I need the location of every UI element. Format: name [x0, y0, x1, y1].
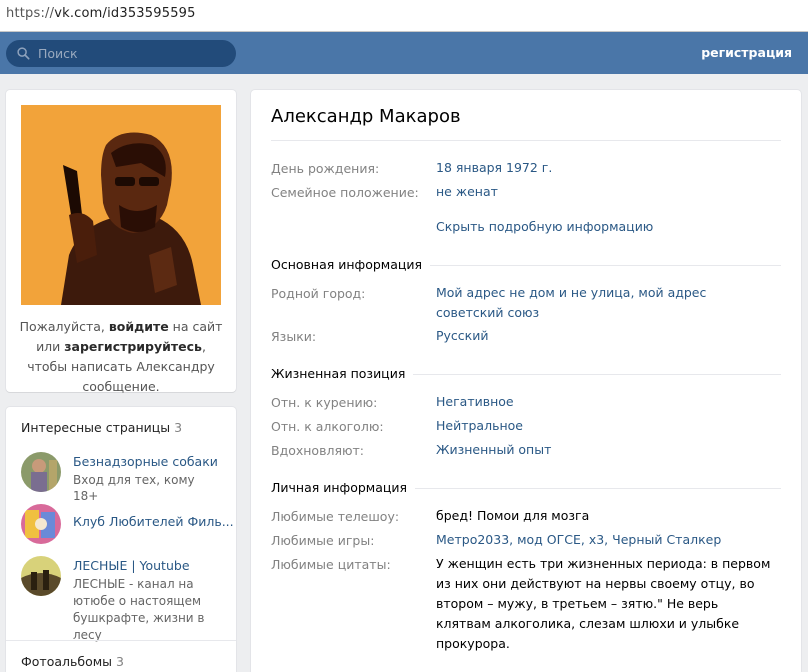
- page-desc: Вход для тех, кому 18+: [73, 473, 195, 503]
- tv-value: бред! Помои для мозга: [436, 508, 590, 523]
- smoking-value[interactable]: Негативное: [436, 392, 776, 412]
- register-link[interactable]: регистрация: [701, 45, 792, 60]
- page-avatar: [21, 452, 61, 492]
- page-desc: ЛЕСНЫЕ - канал на ютюбе о настоящем бушк…: [73, 577, 205, 642]
- family-label: Семейное положение:: [271, 185, 419, 200]
- alcohol-value[interactable]: Нейтральное: [436, 416, 776, 436]
- search-placeholder: Поиск: [38, 46, 78, 61]
- hometown-label: Родной город:: [271, 286, 366, 301]
- personal-info-section-title: Личная информация: [271, 480, 416, 495]
- register-inline-link[interactable]: зарегистрируйтесь: [64, 339, 202, 354]
- tv-label: Любимые телешоу:: [271, 509, 400, 524]
- games-label: Любимые игры:: [271, 533, 375, 548]
- url-text: https://vk.com/id353595595: [6, 6, 196, 21]
- login-link[interactable]: войдите: [109, 319, 169, 334]
- login-prompt: Пожалуйста, войдите на сайт или зарегист…: [19, 319, 223, 394]
- birthday-label: День рождения:: [271, 161, 380, 176]
- quotes-value: У женщин есть три жизненных периода: в п…: [436, 556, 771, 651]
- albums-count: 3: [116, 654, 124, 669]
- list-item[interactable]: Безнадзорные собаки Вход для тех, кому 1…: [21, 452, 226, 503]
- smoking-label: Отн. к курению:: [271, 395, 378, 410]
- list-item[interactable]: ЛЕСНЫЕ | Youtube ЛЕСНЫЕ - канал на ютюбе…: [21, 556, 226, 642]
- profile-name: Александр Макаров: [271, 106, 461, 127]
- alcohol-label: Отн. к алкоголю:: [271, 419, 384, 434]
- interesting-pages-card: Интересные страницы 3 Безнадзорные собаки…: [6, 407, 236, 672]
- main-info-section-title: Основная информация: [271, 257, 431, 272]
- inspire-label: Вдохновляют:: [271, 443, 364, 458]
- avatar-image: [21, 105, 221, 305]
- page-name: Безнадзорные собаки: [73, 454, 218, 469]
- page-name: ЛЕСНЫЕ | Youtube: [73, 558, 190, 573]
- url-protocol: https://: [6, 6, 55, 21]
- interesting-pages-header[interactable]: Интересные страницы 3: [21, 420, 182, 435]
- avatar-card: Пожалуйста, войдите на сайт или зарегист…: [6, 90, 236, 394]
- games-value[interactable]: Метро2033, мод ОГСЕ, х3, Черный Сталкер: [436, 530, 776, 550]
- pages-count: 3: [174, 420, 183, 435]
- life-position-section-title: Жизненная позиция: [271, 366, 414, 381]
- hide-details-link[interactable]: Скрыть подробную информацию: [436, 217, 776, 237]
- profile-info-card: Александр Макаров День рождения: 18 янва…: [251, 90, 801, 672]
- hometown-value[interactable]: Мой адрес не дом и не улица, мой адрес с…: [436, 283, 776, 323]
- divider: [6, 640, 236, 641]
- birthday-value[interactable]: 18 января 1972 г.: [436, 158, 776, 178]
- list-item[interactable]: Клуб Любителей Филь...: [21, 504, 234, 554]
- page-name: Клуб Любителей Филь...: [73, 514, 234, 529]
- top-header: Поиск регистрация: [0, 32, 808, 74]
- search-input[interactable]: Поиск: [6, 40, 236, 67]
- photo-albums-header[interactable]: Фотоальбомы 3: [21, 654, 124, 669]
- quotes-label: Любимые цитаты:: [271, 557, 391, 572]
- languages-label: Языки:: [271, 329, 317, 344]
- divider: [271, 140, 781, 141]
- languages-value[interactable]: Русский: [436, 326, 776, 346]
- address-bar[interactable]: https://vk.com/id353595595: [0, 0, 808, 32]
- search-icon: [17, 47, 30, 60]
- profile-avatar[interactable]: [21, 105, 221, 305]
- url-host: vk.com/id353595595: [54, 6, 196, 21]
- inspire-value[interactable]: Жизненный опыт: [436, 440, 776, 460]
- page-avatar: [21, 504, 61, 544]
- family-value[interactable]: не женат: [436, 182, 776, 202]
- page-avatar: [21, 556, 61, 596]
